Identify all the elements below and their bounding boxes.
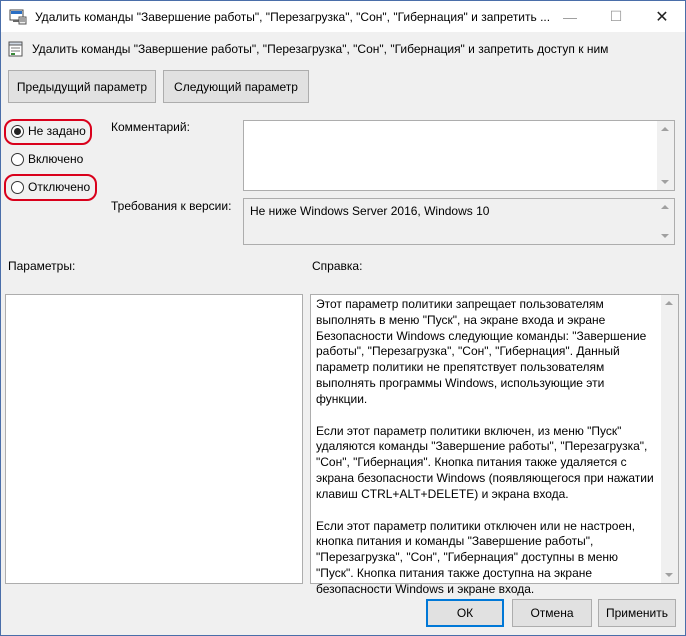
policy-header: Удалить команды "Завершение работы", "Пе…	[8, 41, 608, 57]
next-setting-button[interactable]: Следующий параметр	[163, 70, 309, 103]
help-content: Этот параметр политики запрещает пользов…	[316, 297, 658, 614]
comment-scrollbar[interactable]	[657, 121, 674, 190]
help-pane[interactable]: Этот параметр политики запрещает пользов…	[310, 294, 679, 596]
radio-enabled-label: Включено	[28, 152, 84, 166]
previous-setting-button[interactable]: Предыдущий параметр	[8, 70, 156, 103]
help-scrollbar[interactable]	[661, 295, 678, 583]
scroll-up-icon[interactable]	[661, 205, 669, 209]
policy-name: Удалить команды "Завершение работы", "Пе…	[32, 42, 609, 56]
scroll-up-icon[interactable]	[665, 301, 673, 305]
options-label: Параметры:	[8, 259, 76, 273]
scroll-down-icon[interactable]	[665, 573, 673, 577]
scroll-down-icon[interactable]	[661, 234, 669, 238]
scroll-up-icon[interactable]	[661, 127, 669, 131]
supported-scrollbar[interactable]	[657, 199, 674, 244]
policy-dialog: Удалить команды "Завершение работы", "Пе…	[0, 0, 686, 636]
radio-indicator[interactable]	[11, 124, 24, 138]
radio-indicator[interactable]	[11, 152, 24, 166]
help-paragraph: Если этот параметр политики включен, из …	[316, 423, 654, 501]
supported-on-value: Не ниже Windows Server 2016, Windows 10	[250, 204, 490, 218]
minimize-button[interactable]: —	[547, 1, 593, 32]
maximize-button[interactable]: ☐	[593, 1, 639, 32]
close-button[interactable]: ✕	[639, 1, 685, 32]
radio-indicator[interactable]	[11, 180, 24, 194]
supported-on-label: Требования к версии:	[111, 199, 232, 213]
radio-not-configured[interactable]: Не задано	[11, 124, 86, 138]
comment-textarea[interactable]	[243, 120, 675, 191]
radio-disabled[interactable]: Отключено	[11, 180, 90, 194]
policy-setting-icon	[8, 41, 24, 57]
radio-not-configured-label: Не задано	[28, 124, 86, 138]
supported-on-field: Не ниже Windows Server 2016, Windows 10	[243, 198, 675, 245]
comment-label: Комментарий:	[111, 120, 190, 134]
help-paragraph: Этот параметр политики запрещает пользов…	[316, 297, 647, 406]
radio-disabled-label: Отключено	[28, 180, 91, 194]
group-policy-app-icon	[9, 8, 27, 26]
cancel-button[interactable]: Отмена	[512, 599, 592, 627]
title-bar[interactable]: Удалить команды "Завершение работы", "Пе…	[1, 1, 685, 32]
options-pane[interactable]	[5, 294, 303, 584]
ok-button[interactable]: ОК	[426, 599, 504, 627]
apply-button[interactable]: Применить	[598, 599, 676, 627]
help-label: Справка:	[312, 259, 363, 273]
radio-enabled[interactable]: Включено	[11, 152, 83, 166]
window-title: Удалить команды "Завершение работы", "Пе…	[35, 9, 551, 24]
scroll-down-icon[interactable]	[661, 180, 669, 184]
close-icon: ✕	[655, 8, 669, 26]
help-paragraph: Если этот параметр политики отключен или…	[316, 518, 636, 596]
